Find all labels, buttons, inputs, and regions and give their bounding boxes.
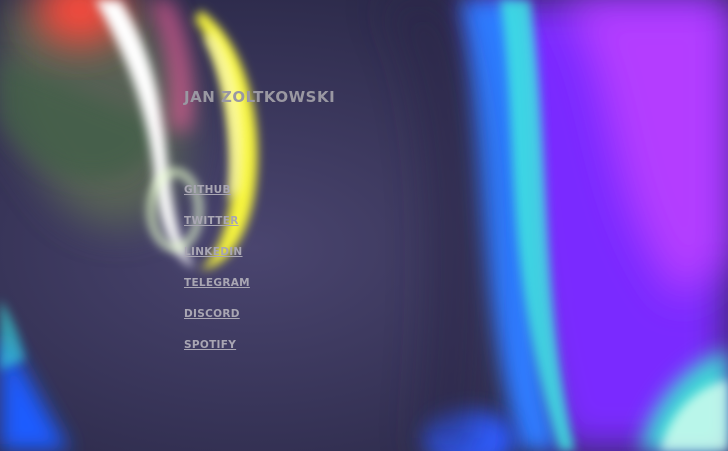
list-item: TELEGRAM bbox=[184, 271, 250, 302]
spotify-link[interactable]: SPOTIFY bbox=[184, 339, 236, 351]
page-title: JAN ZOLTKOWSKI bbox=[184, 88, 336, 106]
telegram-link[interactable]: TELEGRAM bbox=[184, 277, 250, 289]
linkedin-link[interactable]: LINKEDIN bbox=[184, 246, 243, 258]
list-item: TWITTER bbox=[184, 209, 250, 240]
list-item: LINKEDIN bbox=[184, 240, 250, 271]
discord-link[interactable]: DISCORD bbox=[184, 308, 240, 320]
fluid-background bbox=[0, 0, 728, 451]
profile-content: JAN ZOLTKOWSKI GITHUB TWITTER LINKEDIN T… bbox=[184, 86, 484, 351]
fluid-background-art bbox=[0, 0, 728, 451]
social-links: GITHUB TWITTER LINKEDIN TELEGRAM DISCORD… bbox=[184, 178, 250, 364]
twitter-link[interactable]: TWITTER bbox=[184, 215, 239, 227]
list-item: DISCORD bbox=[184, 302, 250, 333]
list-item: SPOTIFY bbox=[184, 333, 250, 364]
github-link[interactable]: GITHUB bbox=[184, 184, 231, 196]
list-item: GITHUB bbox=[184, 178, 250, 209]
